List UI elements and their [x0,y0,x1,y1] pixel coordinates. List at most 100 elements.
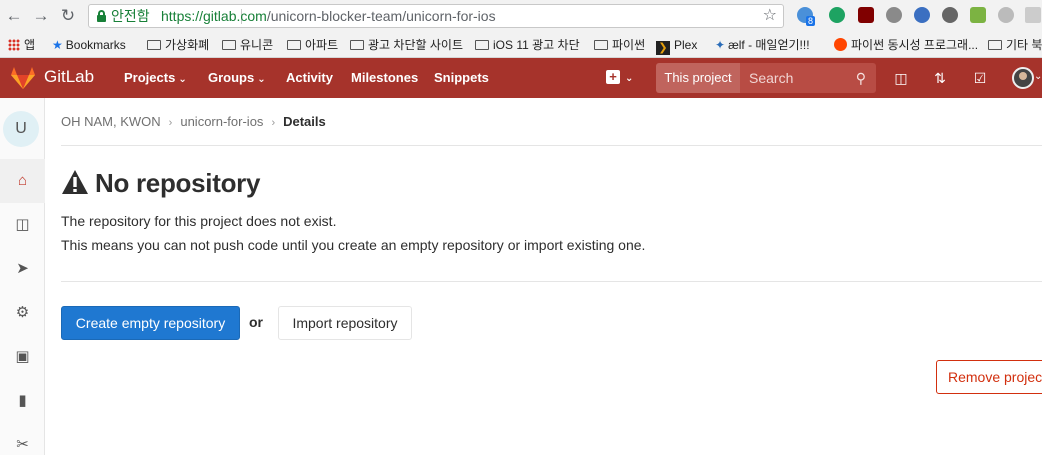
bookmark-folder[interactable]: 광고 차단할 사이트 [350,37,463,53]
rocket-icon[interactable]: ➤ [0,247,45,291]
nav-snippets[interactable]: Snippets [434,70,489,85]
bookmark-label: 파이썬 동시성 프로그래... [851,38,979,52]
extension-menu-icon[interactable] [1025,7,1041,23]
divider [61,145,1042,146]
address-bar[interactable]: 안전함 https://gitlab.com/unicorn-blocker-t… [88,4,784,28]
merge-request-icon[interactable]: ⇅ [931,69,949,87]
issues-header-icon[interactable]: ◫ [892,69,910,87]
bookmark-folder[interactable]: 가상화폐 [147,37,209,53]
bookmark-plex[interactable]: ❯ Plex [656,37,698,55]
bookmark-label: 기타 북 [1006,38,1042,52]
nav-label: Projects [124,70,176,85]
warning-icon [62,170,88,194]
bookmark-label: 유니콘 [240,38,274,52]
page-title: No repository [61,168,260,199]
breadcrumb-owner[interactable]: OH NAM, KWON [61,114,161,129]
url-host: https://gitlab.com [161,8,267,24]
back-arrow-icon[interactable]: ← [4,6,24,26]
nav-groups[interactable]: Groups ⌄ [208,70,266,85]
create-empty-repository-button[interactable]: Create empty repository [61,306,240,340]
new-item-plus-icon[interactable]: + ⌄ [606,68,633,85]
bookmark-label: Bookmarks [65,38,126,52]
chevron-down-icon: ⌄ [257,74,266,85]
bookmark-apps[interactable]: 앱 [8,37,35,53]
message-line-1: The repository for this project does not… [61,213,337,229]
breadcrumb: OH NAM, KWON › unicorn-for-ios › Details [61,114,326,129]
search-icon: ⚲ [855,70,866,86]
bookmark-label: Plex [674,38,698,52]
gitlab-logo-icon[interactable] [10,66,36,90]
nav-label: Groups [208,70,255,85]
bookmark-folder[interactable]: 파이썬 [594,37,645,53]
folder-icon [222,40,236,50]
extension-info-icon[interactable] [942,7,958,23]
folder-icon [594,40,608,50]
extension-c-icon[interactable] [914,7,930,23]
extension-gray-icon[interactable] [998,7,1014,23]
bookmark-label: 앱 [24,38,36,52]
or-label: or [249,314,263,330]
wiki-book-icon[interactable]: ▮ [0,379,45,423]
message-line-2: This means you can not push code until y… [61,237,646,253]
search-placeholder: Search [749,70,794,86]
bookmark-folder[interactable]: 유니콘 [222,37,273,53]
divider [61,281,1042,282]
nav-activity[interactable]: Activity [286,70,333,85]
bookmark-label: ælf - 매일얻기!!! [728,38,810,52]
extension-puzzle-icon[interactable] [970,7,986,23]
bookmark-bookmarks[interactable]: ★ Bookmarks [52,37,126,53]
extension-green-icon[interactable] [829,7,845,23]
bookmark-aelf[interactable]: ✦ ælf - 매일얻기!!! [715,37,810,53]
folder-icon [287,40,301,50]
reload-icon[interactable]: ↻ [58,6,78,26]
remove-project-button[interactable]: Remove project [936,360,1042,394]
gitlab-header: GitLab Projects ⌄ Groups ⌄ Activity Milest… [0,58,1042,98]
apps-grid-icon [8,39,20,51]
user-avatar[interactable] [1012,67,1034,89]
bookmark-folder[interactable]: 기타 북 [988,37,1042,53]
star-icon: ★ [52,38,63,52]
lock-icon [97,10,106,22]
todo-check-icon[interactable]: ☑ [971,69,989,87]
folder-icon [147,40,161,50]
url-path: /unicorn-blocker-team/unicorn-for-ios [266,8,496,24]
ci-cd-icon[interactable]: ⚙ [0,291,45,335]
chevron-right-icon: › [168,117,173,129]
chevron-down-icon: ⌄ [625,73,634,84]
bookmark-label: 가상화폐 [165,38,210,52]
folder-icon [988,40,1002,50]
bookmark-reddit[interactable]: 파이썬 동시성 프로그래... [834,37,978,53]
project-sidebar: U ⌂ ◫ ➤ ⚙ ▣ ▮ ✂ [0,98,45,455]
bookmark-folder[interactable]: 아파트 [287,37,338,53]
extension-badge: 8 [806,16,816,26]
breadcrumb-project[interactable]: unicorn-for-ios [180,114,263,129]
plex-icon: ❯ [656,41,670,55]
monitor-icon[interactable]: ▣ [0,335,45,379]
import-repository-button[interactable]: Import repository [278,306,412,340]
snippets-scissors-icon[interactable]: ✂ [0,423,45,455]
ublock-icon[interactable] [858,7,874,23]
breadcrumb-current[interactable]: Details [283,114,326,129]
project-avatar[interactable]: U [3,111,39,147]
bookmarks-bar: 앱 ★ Bookmarks 가상화폐 유니콘 아파트 광고 차단할 사이트 iOS… [0,33,1042,57]
url-text: https://gitlab.com/unicorn-blocker-team/… [161,5,496,27]
nav-projects[interactable]: Projects ⌄ [124,70,187,85]
bookmark-star-icon[interactable]: ☆ [763,5,777,27]
nav-milestones[interactable]: Milestones [351,70,418,85]
bookmark-label: 광고 차단할 사이트 [368,38,463,52]
search-input[interactable]: Search ⚲ [740,63,876,93]
extension-chat-icon[interactable] [886,7,902,23]
bookmark-label: 아파트 [305,38,339,52]
chevron-down-icon[interactable]: ⌄ [1034,71,1042,82]
issues-icon[interactable]: ◫ [0,203,45,247]
search-scope-button[interactable]: This project [656,63,740,93]
folder-icon [475,40,489,50]
reddit-icon [834,38,847,51]
home-icon[interactable]: ⌂ [0,159,45,203]
gitlab-brand[interactable]: GitLab [44,67,94,87]
forward-arrow-icon[interactable]: → [31,6,51,26]
bookmark-folder[interactable]: iOS 11 광고 차단 [475,37,580,53]
chevron-down-icon: ⌄ [178,74,187,85]
aelf-icon: ✦ [715,38,726,52]
title-text: No repository [95,168,261,198]
